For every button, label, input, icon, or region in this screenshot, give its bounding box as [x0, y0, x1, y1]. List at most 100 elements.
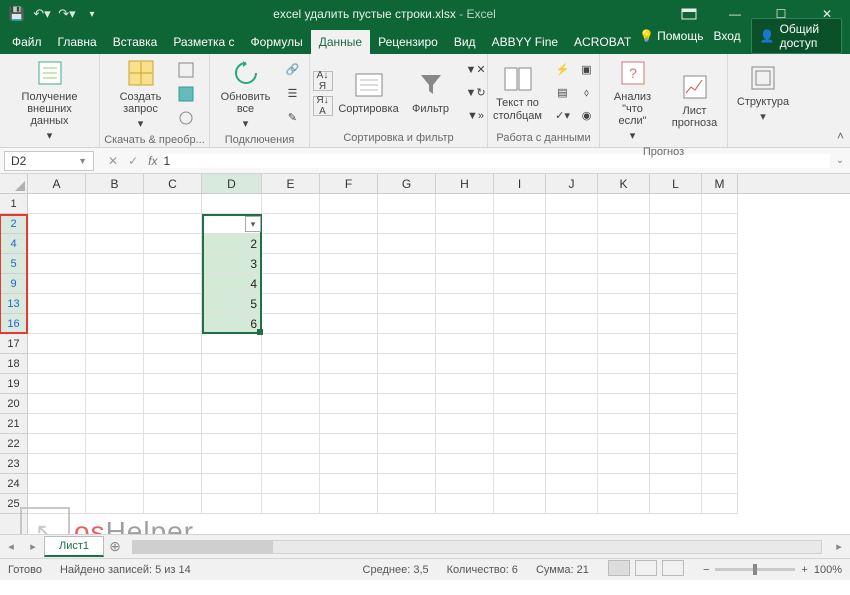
cell[interactable] [598, 214, 650, 234]
cell[interactable] [320, 474, 378, 494]
collapse-ribbon-icon[interactable]: ˄ [837, 129, 844, 143]
show-queries-icon[interactable] [174, 59, 198, 81]
column-header[interactable]: J [546, 174, 598, 193]
cell[interactable] [436, 214, 494, 234]
cell[interactable] [436, 274, 494, 294]
cell[interactable] [202, 434, 262, 454]
column-header[interactable]: M [702, 174, 738, 193]
cell[interactable] [86, 274, 144, 294]
row-header[interactable]: 21 [0, 414, 27, 434]
cell[interactable] [598, 334, 650, 354]
cell[interactable] [436, 314, 494, 334]
cell[interactable] [494, 214, 546, 234]
cell[interactable] [378, 294, 436, 314]
row-header[interactable]: 24 [0, 474, 27, 494]
cell[interactable] [650, 434, 702, 454]
advanced-filter-icon[interactable]: ▼» [464, 105, 488, 127]
cell[interactable] [28, 334, 86, 354]
column-header[interactable]: L [650, 174, 702, 193]
cell[interactable] [650, 454, 702, 474]
cell[interactable] [144, 314, 202, 334]
cell[interactable] [28, 274, 86, 294]
ribbon-tab[interactable]: Данные [311, 30, 370, 54]
cell[interactable] [320, 394, 378, 414]
cell[interactable] [702, 414, 738, 434]
cell[interactable] [86, 474, 144, 494]
cell[interactable] [202, 414, 262, 434]
cell[interactable] [320, 454, 378, 474]
cell[interactable] [378, 374, 436, 394]
text-to-columns-button[interactable]: Текст по столбцам [489, 62, 547, 123]
cell[interactable] [598, 434, 650, 454]
cell[interactable] [86, 434, 144, 454]
cell[interactable] [86, 194, 144, 214]
cell[interactable] [320, 214, 378, 234]
cell[interactable] [598, 274, 650, 294]
cell[interactable] [650, 414, 702, 434]
cell[interactable] [320, 414, 378, 434]
cell[interactable] [494, 494, 546, 514]
cell[interactable] [436, 474, 494, 494]
column-header[interactable]: C [144, 174, 202, 193]
cell[interactable] [378, 354, 436, 374]
cell[interactable] [202, 474, 262, 494]
cell[interactable] [144, 374, 202, 394]
cell[interactable] [650, 314, 702, 334]
sort-asc-icon[interactable]: А↓Я [310, 69, 336, 93]
cell[interactable] [546, 354, 598, 374]
zoom-control[interactable]: −+ 100% [703, 564, 842, 576]
cell[interactable] [262, 354, 320, 374]
from-table-icon[interactable] [174, 83, 198, 105]
cell[interactable] [702, 314, 738, 334]
row-header[interactable]: 5 [0, 254, 27, 274]
prev-sheet-icon[interactable]: ◂ [0, 540, 22, 553]
cell[interactable] [436, 494, 494, 514]
cell[interactable] [598, 454, 650, 474]
refresh-all-button[interactable]: Обновить все▾ [215, 56, 277, 132]
cell[interactable] [86, 374, 144, 394]
cell[interactable] [28, 374, 86, 394]
cell[interactable] [546, 434, 598, 454]
cell[interactable] [320, 274, 378, 294]
data-validation-icon[interactable]: ✓▾ [551, 105, 575, 127]
cell[interactable] [144, 274, 202, 294]
cell[interactable] [650, 234, 702, 254]
horizontal-scrollbar[interactable] [132, 540, 822, 554]
cell[interactable] [702, 434, 738, 454]
manage-model-icon[interactable]: ◉ [575, 105, 599, 127]
cell[interactable] [378, 274, 436, 294]
cell[interactable] [494, 274, 546, 294]
maximize-icon[interactable]: ☐ [758, 0, 804, 28]
cell[interactable] [494, 254, 546, 274]
cell[interactable] [494, 194, 546, 214]
cell[interactable] [598, 314, 650, 334]
ribbon-options-icon[interactable] [666, 0, 712, 28]
cell[interactable] [598, 474, 650, 494]
cell[interactable] [28, 474, 86, 494]
row-header[interactable]: 9 [0, 274, 27, 294]
reapply-icon[interactable]: ▼↻ [464, 82, 488, 104]
cell[interactable] [262, 374, 320, 394]
qat-customize-icon[interactable]: ▾ [81, 3, 103, 25]
cell[interactable] [546, 214, 598, 234]
cell[interactable] [650, 214, 702, 234]
cell[interactable] [598, 294, 650, 314]
cell[interactable] [494, 434, 546, 454]
cell[interactable] [650, 474, 702, 494]
cell[interactable] [144, 214, 202, 234]
cell[interactable] [494, 234, 546, 254]
cell[interactable] [86, 214, 144, 234]
cell[interactable] [262, 394, 320, 414]
cell[interactable] [320, 354, 378, 374]
cell[interactable] [320, 374, 378, 394]
cell[interactable] [702, 354, 738, 374]
cell[interactable] [202, 454, 262, 474]
cell[interactable] [320, 494, 378, 514]
cells-area[interactable]: 123456▾ [28, 194, 850, 534]
cell[interactable] [650, 334, 702, 354]
cell[interactable] [378, 314, 436, 334]
cell[interactable] [144, 334, 202, 354]
consolidate-icon[interactable]: ▣ [575, 59, 599, 81]
cell[interactable] [86, 314, 144, 334]
page-break-view-icon[interactable] [662, 560, 684, 576]
